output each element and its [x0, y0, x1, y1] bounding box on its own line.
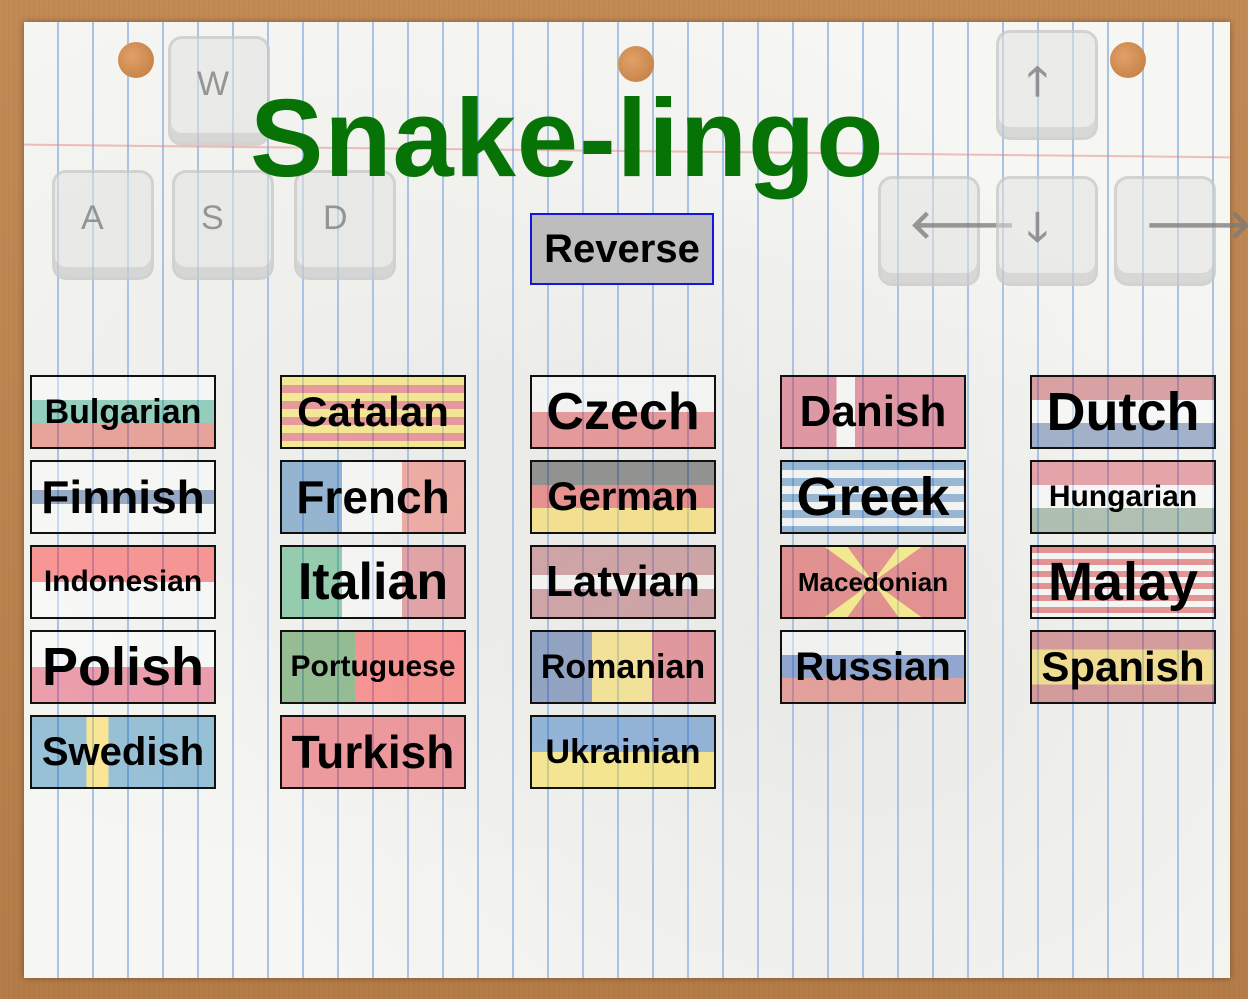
language-button-latvian[interactable]: Latvian — [530, 545, 716, 619]
language-label: Ukrainian — [545, 732, 701, 771]
language-label: Catalan — [297, 388, 449, 435]
punch-hole — [1110, 42, 1146, 78]
w-key-label: W — [197, 65, 230, 103]
s-key-label: S — [201, 199, 224, 237]
language-button-french[interactable]: French — [280, 460, 466, 534]
language-button-polish[interactable]: Polish — [30, 630, 216, 704]
language-button-indonesian[interactable]: Indonesian — [30, 545, 216, 619]
language-label: Indonesian — [43, 565, 203, 598]
language-label: Portuguese — [290, 650, 456, 683]
language-button-macedonian[interactable]: Macedonian — [780, 545, 966, 619]
language-button-romanian[interactable]: Romanian — [530, 630, 716, 704]
language-button-czech[interactable]: Czech — [530, 375, 716, 449]
language-button-malay[interactable]: Malay — [1030, 545, 1216, 619]
up-arrow-key: 🡑 — [996, 30, 1098, 140]
language-label: Latvian — [545, 557, 701, 606]
right-arrow-icon: 🡒 — [1145, 203, 1248, 247]
language-label: Romanian — [540, 647, 706, 686]
language-button-bulgarian[interactable]: Bulgarian — [30, 375, 216, 449]
a-key-label: A — [81, 199, 104, 237]
reverse-button[interactable]: Reverse — [530, 213, 714, 285]
language-label: Greek — [796, 467, 950, 527]
language-label: Czech — [546, 383, 700, 441]
language-button-danish[interactable]: Danish — [780, 375, 966, 449]
down-arrow-key: 🡓 — [996, 176, 1098, 286]
language-label: Macedonian — [797, 566, 949, 597]
language-button-swedish[interactable]: Swedish — [30, 715, 216, 789]
language-button-greek[interactable]: Greek — [780, 460, 966, 534]
language-label: Finnish — [41, 471, 205, 523]
language-label: Russian — [795, 644, 951, 689]
language-label: Bulgarian — [44, 392, 202, 431]
punch-hole — [118, 42, 154, 78]
language-button-ukrainian[interactable]: Ukrainian — [530, 715, 716, 789]
language-label: French — [296, 471, 450, 523]
language-button-hungarian[interactable]: Hungarian — [1030, 460, 1216, 534]
language-label: Italian — [297, 553, 449, 611]
d-key-label: D — [323, 199, 348, 237]
language-button-spanish[interactable]: Spanish — [1030, 630, 1216, 704]
language-label: Dutch — [1046, 382, 1200, 442]
language-label: Spanish — [1041, 643, 1205, 690]
language-label: Polish — [41, 637, 205, 697]
language-button-italian[interactable]: Italian — [280, 545, 466, 619]
language-button-catalan[interactable]: Catalan — [280, 375, 466, 449]
language-label: Turkish — [291, 726, 455, 778]
game-title: Snake-lingo — [250, 77, 885, 200]
language-label: German — [547, 474, 699, 519]
language-button-dutch[interactable]: Dutch — [1030, 375, 1216, 449]
right-arrow-key: 🡒 — [1114, 176, 1248, 286]
language-label: Swedish — [41, 729, 205, 774]
language-label: Malay — [1047, 552, 1199, 612]
language-button-turkish[interactable]: Turkish — [280, 715, 466, 789]
language-button-russian[interactable]: Russian — [780, 630, 966, 704]
language-label: Danish — [799, 387, 947, 436]
down-arrow-icon: 🡓 — [1027, 206, 1048, 250]
language-button-german[interactable]: German — [530, 460, 716, 534]
a-key: A — [52, 170, 154, 280]
up-arrow-icon: 🡑 — [1027, 60, 1048, 104]
language-button-portuguese[interactable]: Portuguese — [280, 630, 466, 704]
language-button-finnish[interactable]: Finnish — [30, 460, 216, 534]
language-label: Hungarian — [1048, 480, 1198, 513]
